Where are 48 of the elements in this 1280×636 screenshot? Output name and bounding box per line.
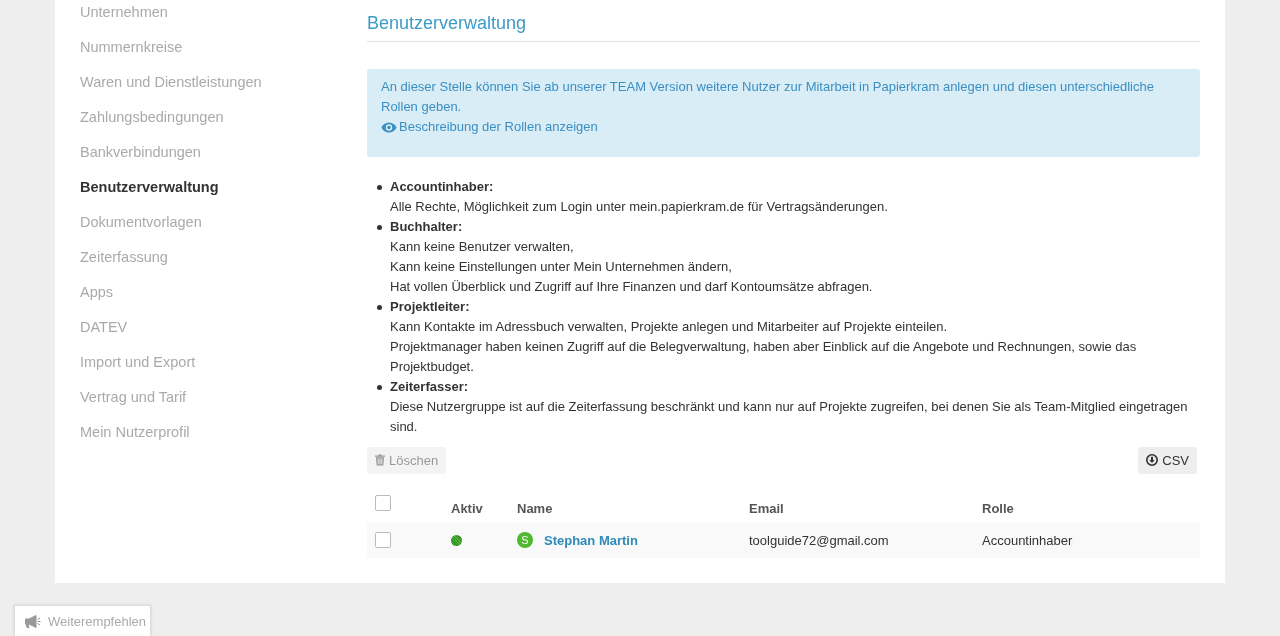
sidebar-item[interactable]: Unternehmen	[80, 0, 168, 30]
column-header: Aktiv	[451, 500, 483, 516]
bullet-icon	[377, 304, 382, 310]
role-description: Hat vollen Überblick und Zugriff auf Ihre Finanzen und darf Kontoumsätze abfragen.	[390, 277, 873, 296]
sidebar-item[interactable]: DATEV	[80, 310, 128, 345]
role-name: Zeiterfasser:	[390, 377, 470, 396]
role-description: Kann keine Einstellungen unter Mein Unternehmen ändern,	[390, 257, 733, 276]
sidebar-item[interactable]: Zeiterfassung	[80, 240, 168, 275]
avatar-icon: S	[517, 532, 533, 548]
sidebar-item[interactable]: Dokumentvorlagen	[80, 205, 202, 240]
select-all-checkbox[interactable]	[375, 494, 391, 511]
user-name-link[interactable]: Stephan Martin	[544, 532, 638, 548]
role-name: Accountinhaber:	[390, 177, 495, 196]
trash-icon	[375, 454, 385, 466]
bullet-icon	[377, 384, 382, 390]
download-icon	[1146, 454, 1159, 466]
bullet-icon	[377, 224, 382, 230]
role-description: Kann Kontakte im Adressbuch verwalten, Projekte anlegen und Mitarbeiter auf Projekte einteilen.	[390, 317, 949, 336]
row-checkbox[interactable]	[375, 532, 391, 548]
eye-icon	[381, 121, 397, 133]
sidebar-item[interactable]: Vertrag und Tarif	[80, 380, 187, 415]
column-header: Name	[517, 500, 553, 516]
role-description: Diese Nutzergruppe ist auf die Zeiterfassung beschränkt und kann nur auf Projekte zugreifen, bei denen Sie als Team-Mitglied eingetragen sind.	[390, 397, 1189, 436]
sidebar-item[interactable]: Bankverbindungen	[80, 135, 201, 170]
csv-export-button[interactable]: CSV	[1138, 446, 1197, 474]
table-row[interactable]: S Stephan Martin toolguide72@gmail.com Accountinhaber	[367, 522, 1200, 558]
sidebar-item[interactable]: Import und Export	[80, 345, 196, 380]
role-name: Buchhalter:	[390, 217, 464, 236]
page-title: Benutzerverwaltung	[367, 0, 1200, 42]
column-header: Email	[749, 500, 784, 516]
role-description: Kann keine Benutzer verwalten,	[390, 237, 575, 256]
sidebar-item[interactable]: Benutzerverwaltung	[80, 170, 219, 205]
sidebar-item[interactable]: Apps	[80, 275, 114, 310]
column-header: Rolle	[982, 500, 1014, 516]
role-cell: Accountinhaber	[982, 532, 1073, 548]
sidebar-item[interactable]: Waren und Dienstleistungen	[80, 65, 262, 100]
sidebar-item[interactable]: Mein Nutzerprofil	[80, 415, 190, 450]
email-cell: toolguide72@gmail.com	[749, 532, 889, 548]
recommend-button[interactable]: Weiterempfehlen	[14, 605, 152, 636]
sidebar-item[interactable]: Zahlungsbedingungen	[80, 100, 224, 135]
info-text: An dieser Stelle können Sie ab unserer TEAM Version weitere Nutzer zur Mitarbeit in Papierkram anlegen und diesen unterschiedliche Rollen geben.	[381, 78, 1155, 116]
role-description: Alle Rechte, Möglichkeit zum Login unter mein.papierkram.de für Vertragsänderungen.	[390, 197, 888, 216]
role-description: Projektmanager haben keinen Zugriff auf die Belegverwaltung, haben aber Einblick auf die Angebote und Rechnungen, sowie das Projektbudget.	[390, 337, 1138, 376]
role-name: Projektleiter:	[390, 297, 471, 316]
bullet-icon	[377, 184, 382, 190]
sidebar-item[interactable]: Nummernkreise	[80, 30, 183, 65]
megaphone-icon	[25, 614, 41, 628]
roles-link[interactable]: Beschreibung der Rollen anzeigen	[381, 117, 598, 137]
